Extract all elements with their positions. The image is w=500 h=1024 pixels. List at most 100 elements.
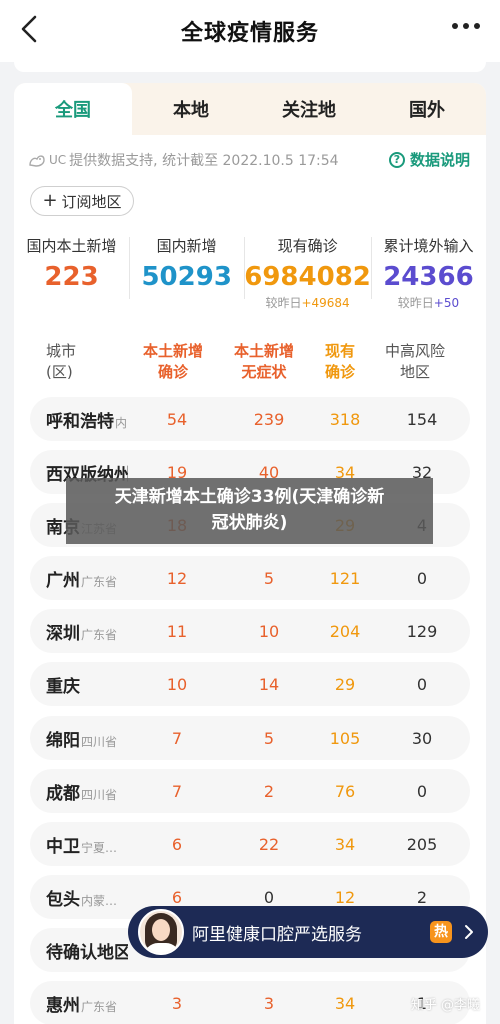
risk-areas-value: 2 [416,887,428,907]
local-new-value: 6 [171,834,183,854]
epidemic-card: 全国 本地 关注地 国外 UC 提供数据支持, 统计截至 2022.10.5 1… [14,83,486,1024]
uc-squirrel-icon [29,155,45,167]
risk-areas-value: 0 [416,674,428,694]
city-cell: 惠州 广东省 [30,991,128,1016]
table-row[interactable]: 成都 四川省 7 2 76 0 [30,769,470,813]
local-new-value: 6 [171,887,183,907]
local-new-value: 7 [171,781,183,801]
tab-abroad[interactable]: 国外 [368,83,486,135]
header-line: (区) [46,363,73,381]
subscribe-label: 订阅地区 [61,192,122,211]
delta-value: +50 [433,296,460,310]
stat-local-new: 国内本土新增 223 [14,233,129,318]
top-bar: 全球疫情服务 [0,0,500,62]
city-cell: 呼和浩特内蒙... [30,407,128,432]
risk-areas-value: 154 [406,409,438,429]
stat-existing-confirmed: 现有确诊 6984082 较昨日+49684 [244,233,371,318]
header-line: 本土新增 [233,342,294,360]
header-shadow [14,62,486,72]
city-cell: 成都 四川省 [30,779,128,804]
header-existing[interactable]: 现有 确诊 [310,341,370,389]
local-new-value: 7 [171,728,183,748]
table-row[interactable]: 呼和浩特内蒙... 54 239 318 154 [30,397,470,441]
tab-followed[interactable]: 关注地 [250,83,368,135]
asymptomatic-value: 0 [263,887,275,907]
watermark: 知乎 @李曦 [410,998,480,1013]
stat-delta: 较昨日+50 [371,294,486,311]
risk-areas-value: 129 [406,621,438,641]
asymptomatic-value: 5 [263,728,275,748]
city-name: 重庆 [46,676,80,697]
stats-summary: 国内本土新增 223 国内新增 50293 现有确诊 6984082 较昨日+4… [14,233,486,318]
city-cell: 中卫宁夏回族自... [30,832,128,857]
asymptomatic-value: 22 [258,834,280,854]
existing-value: 29 [334,674,356,694]
delta-value: +49684 [301,296,350,310]
plus-icon: + [42,190,58,211]
table-header: 城市 (区) 本土新增 确诊 本土新增 无症状 现有 确诊 中高风险 地区 [14,341,486,389]
city-name: 包头 [46,889,80,910]
city-cell: 待确认地区 [30,938,128,963]
stat-label: 累计境外输入 [383,237,474,255]
header-line: 确诊 [324,363,355,381]
table-row[interactable]: 深圳 广东省 11 10 204 129 [30,609,470,653]
existing-value: 121 [329,568,361,588]
province-name: 广东省 [81,574,118,589]
header-line: 中高风险 [384,342,445,360]
asymptomatic-value: 2 [263,781,275,801]
risk-areas-value: 0 [416,781,428,801]
asymptomatic-value: 14 [258,674,280,694]
header-line: 地区 [399,363,430,381]
table-row[interactable]: 广州 广东省 12 5 121 0 [30,556,470,600]
table-row[interactable]: 绵阳 四川省 7 5 105 30 [30,716,470,760]
existing-value: 34 [334,993,356,1013]
floating-ad-banner[interactable]: 阿里健康口腔严选服务 热 [128,906,488,958]
province-name: 四川省 [81,734,118,749]
header-city[interactable]: 城市 (区) [14,341,128,389]
header-local-new[interactable]: 本土新增 确诊 [128,341,218,389]
header-risk-areas[interactable]: 中高风险 地区 [370,341,460,389]
header-line: 现有 [324,342,355,360]
page-title: 全球疫情服务 [180,21,319,46]
local-new-value: 3 [171,993,183,1013]
risk-areas-value: 205 [406,834,438,854]
province-name: 广东省 [81,627,118,642]
ad-avatar [138,909,184,955]
header-line: 本土新增 [142,342,203,360]
province-name: 广东省 [81,999,118,1014]
stat-imported-total: 累计境外输入 24366 较昨日+50 [370,233,486,318]
local-new-value: 11 [166,621,188,641]
asymptomatic-value: 5 [263,568,275,588]
risk-areas-value: 30 [411,728,433,748]
city-cell: 广州 广东省 [30,566,128,591]
local-new-value: 12 [166,568,188,588]
more-options-icon[interactable] [452,23,480,29]
tab-local[interactable]: 本地 [132,83,250,135]
table-row[interactable]: 重庆 10 14 29 0 [30,662,470,706]
headline-line: 冠状肺炎) [211,513,288,533]
table-row[interactable]: 中卫宁夏回族自... 6 22 34 205 [30,822,470,866]
tab-nationwide[interactable]: 全国 [14,83,132,135]
table-row[interactable]: 惠州 广东省 3 3 34 1 [30,981,470,1024]
question-icon: ? [388,151,405,168]
asymptomatic-value: 10 [258,621,280,641]
province-name: 内蒙... [115,415,128,430]
city-cell: 绵阳 四川省 [30,726,128,751]
stat-value: 50293 [141,262,232,292]
subscribe-region-button[interactable]: + 订阅地区 [30,186,134,216]
city-name: 绵阳 [46,730,80,751]
local-new-value: 54 [166,409,188,429]
data-explain-link[interactable]: ? 数据说明 [388,149,470,170]
province-name: 四川省 [81,787,118,802]
region-tabs: 全国 本地 关注地 国外 [14,83,486,135]
risk-areas-value: 0 [416,568,428,588]
stat-label: 国内本土新增 [26,237,117,255]
header-line: 无症状 [241,363,287,381]
headline-line: 天津新增本土确诊33例(天津确诊新 [114,487,385,507]
province-name: 宁夏回族自... [81,840,128,855]
header-line: 确诊 [157,363,188,381]
city-name: 待确认地区 [46,942,128,963]
header-asymptomatic[interactable]: 本土新增 无症状 [218,341,310,389]
news-headline-overlay[interactable]: 天津新增本土确诊33例(天津确诊新 冠状肺炎) [66,478,433,544]
city-cell: 包头内蒙古自治区 [30,885,128,910]
